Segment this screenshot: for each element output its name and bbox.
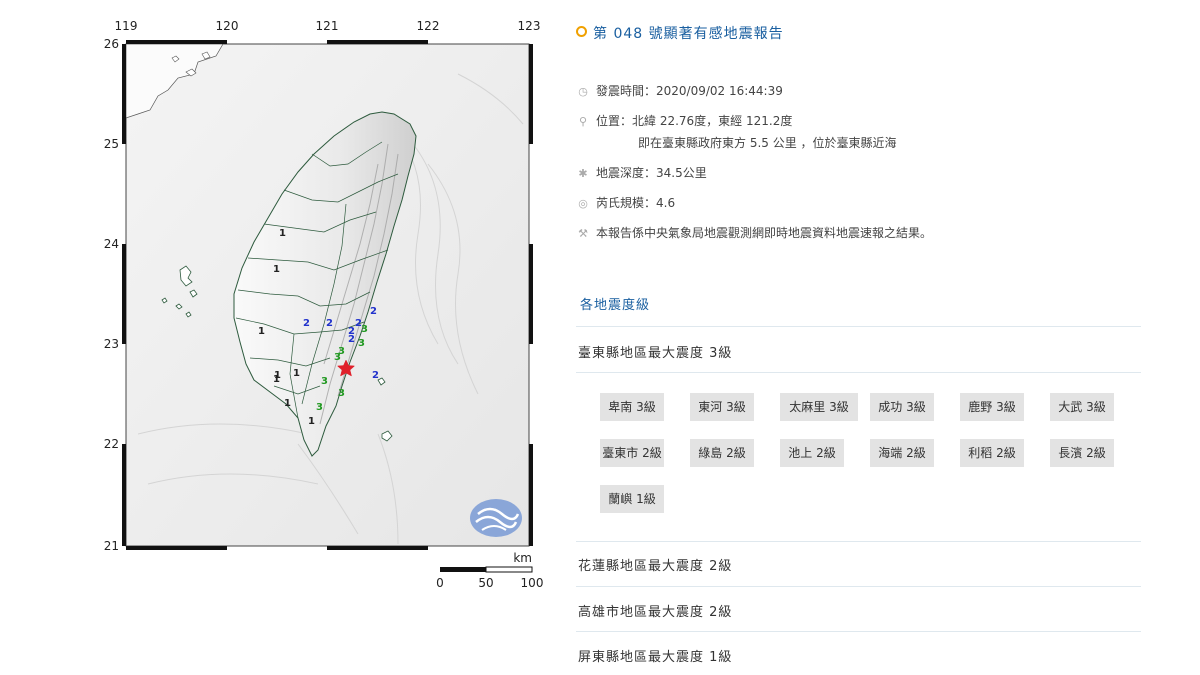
town-intensity-chip[interactable]: 綠島 2級 — [690, 439, 754, 467]
scale-unit: km — [513, 551, 532, 565]
divider — [576, 541, 1141, 542]
info-row-magnitude: ◎ 芮氏規模：4.6 — [576, 194, 675, 211]
note-text: 本報告係中央氣象局地震觀測網即時地震資料地震速報之結果。 — [596, 226, 933, 240]
scale-label-0: 0 — [436, 576, 444, 590]
lat-tick-26: 26 — [104, 37, 119, 51]
town-intensity-chip[interactable]: 長濱 2級 — [1050, 439, 1114, 467]
town-intensity-chip[interactable]: 臺東市 2級 — [600, 439, 664, 467]
town-intensity-chip[interactable]: 東河 3級 — [690, 393, 754, 421]
earthquake-map: 1111111122222223333333 119 120 121 122 1… — [98, 14, 550, 594]
intensity-marker: 2 — [326, 318, 333, 329]
intensity-marker: 2 — [348, 334, 355, 345]
title-bullet-icon — [576, 26, 587, 37]
town-intensity-chip[interactable]: 鹿野 3級 — [960, 393, 1024, 421]
lat-tick-21: 21 — [104, 539, 119, 553]
town-intensity-chip[interactable]: 卑南 3級 — [600, 393, 664, 421]
lon-tick-121: 121 — [316, 19, 339, 33]
wrench-icon: ⚒ — [578, 227, 588, 240]
scale-label-100: 100 — [521, 576, 544, 590]
intensity-marker: 1 — [293, 368, 300, 379]
lat-tick-25: 25 — [104, 137, 119, 151]
divider — [576, 326, 1141, 327]
divider — [576, 631, 1141, 632]
location-detail: 即在臺東縣政府東方 5.5 公里 ，位於臺東縣近海 — [638, 136, 897, 150]
intensity-marker: 1 — [308, 416, 315, 427]
location-text: 位置：北緯 22.76度，東經 121.2度 — [596, 114, 793, 128]
clock-icon: ◷ — [578, 85, 588, 98]
intensity-marker: 3 — [338, 388, 345, 399]
intensity-marker: 3 — [361, 324, 368, 335]
town-intensity-chip[interactable]: 大武 3級 — [1050, 393, 1114, 421]
origin-time: 發震時間：2020/09/02 16:44:39 — [596, 84, 783, 98]
intensity-section-heading: 各地震度級 — [580, 298, 651, 313]
magnitude-text: 芮氏規模：4.6 — [596, 196, 676, 210]
earthquake-report-panel: 第 048 號顯著有感地震報告 ◷ 發震時間：2020/09/02 16:44:3… — [576, 14, 1141, 675]
report-title: 第 048 號顯著有感地震報告 — [576, 23, 784, 43]
info-row-depth: ✱ 地震深度：34.5公里 — [576, 164, 707, 181]
intensity-marker: 1 — [284, 398, 291, 409]
intensity-map-svg: 111111112 2 222223333333 119 120 121 122 1… — [104, 19, 544, 590]
pin-icon: ⚲ — [578, 115, 588, 128]
info-row-note: ⚒ 本報告係中央氣象局地震觀測網即時地震資料地震速報之結果。 — [576, 224, 932, 241]
county-row-taitung[interactable]: 臺東縣地區最大震度 3級 — [578, 342, 732, 361]
report-title-text: 第 048 號顯著有感地震報告 — [593, 26, 784, 42]
lat-tick-23: 23 — [104, 337, 119, 351]
intensity-marker: 1 — [273, 264, 280, 275]
longitude-ticks: 119 120 121 122 123 — [115, 19, 541, 33]
intensity-marker: 3 — [358, 338, 365, 349]
intensity-marker: 2 — [303, 318, 310, 329]
intensity-marker: 1 — [273, 374, 280, 385]
town-intensity-chip[interactable]: 池上 2級 — [780, 439, 844, 467]
lat-tick-22: 22 — [104, 437, 119, 451]
cwb-logo-icon — [470, 499, 522, 537]
scale-bar: km 0 50 100 — [436, 551, 543, 590]
lat-tick-24: 24 — [104, 237, 119, 251]
town-intensity-chip[interactable]: 利稻 2級 — [960, 439, 1024, 467]
info-row-location: ⚲ 位置：北緯 22.76度，東經 121.2度 — [576, 112, 792, 129]
town-intensity-chip[interactable]: 成功 3級 — [870, 393, 934, 421]
divider — [576, 586, 1141, 587]
intensity-marker: 2 — [370, 306, 377, 317]
info-row-time: ◷ 發震時間：2020/09/02 16:44:39 — [576, 82, 783, 99]
magnitude-icon: ◎ — [578, 197, 588, 210]
county-row-kaohsiung[interactable]: 高雄市地區最大震度 2級 — [578, 601, 732, 620]
town-intensity-chip[interactable]: 太麻里 3級 — [780, 393, 858, 421]
latitude-ticks: 26 25 24 23 22 21 — [104, 37, 119, 553]
intensity-marker: 3 — [334, 352, 341, 363]
intensity-marker: 3 — [316, 402, 323, 413]
lon-tick-122: 122 — [417, 19, 440, 33]
lon-tick-123: 123 — [518, 19, 541, 33]
lon-tick-119: 119 — [115, 19, 138, 33]
county-row-pingtung[interactable]: 屏東縣地區最大震度 1級 — [578, 646, 732, 665]
depth-icon: ✱ — [578, 167, 588, 180]
intensity-marker: 3 — [321, 376, 328, 387]
intensity-marker: 2 — [372, 370, 379, 381]
county-row-hualien[interactable]: 花蓮縣地區最大震度 2級 — [578, 555, 732, 574]
divider — [576, 372, 1141, 373]
intensity-marker: 1 — [279, 228, 286, 239]
scale-label-50: 50 — [478, 576, 493, 590]
town-intensity-chip[interactable]: 蘭嶼 1級 — [600, 485, 664, 513]
intensity-marker: 1 — [258, 326, 265, 337]
lon-tick-120: 120 — [216, 19, 239, 33]
town-intensity-chip[interactable]: 海端 2級 — [870, 439, 934, 467]
depth-text: 地震深度：34.5公里 — [596, 166, 707, 180]
